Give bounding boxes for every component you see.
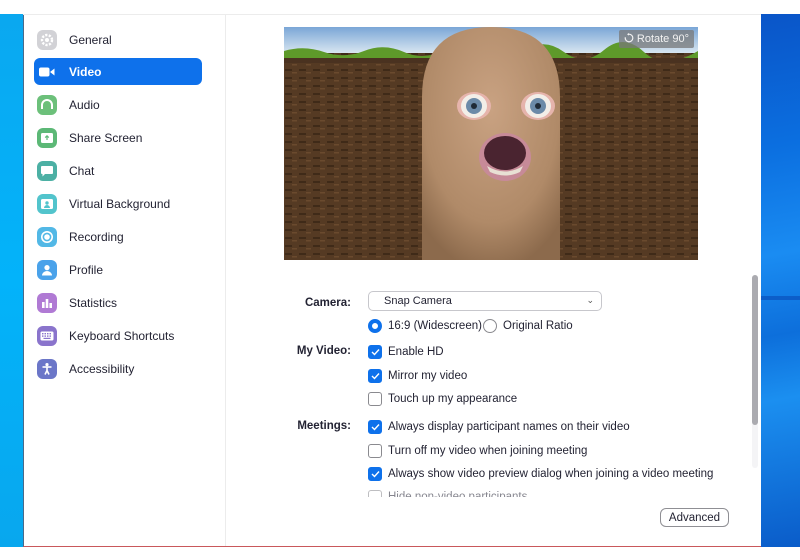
meetings-label: Meetings:: [297, 420, 351, 432]
accessibility-icon: [37, 358, 57, 379]
checkbox-label: Always show video preview dialog when jo…: [388, 468, 714, 480]
sidebar-item-label: Video: [69, 64, 102, 79]
sidebar-item-video[interactable]: Video: [34, 58, 202, 85]
settings-sidebar: General Video Audio Share Screen Chat Vi…: [24, 15, 226, 546]
video-camera-icon: [37, 62, 57, 82]
checkbox-label: Touch up my appearance: [388, 393, 518, 405]
sidebar-item-label: Keyboard Shortcuts: [69, 328, 175, 343]
turn-off-video-on-join-checkbox[interactable]: Turn off my video when joining meeting: [368, 444, 587, 458]
desktop-background-left: [0, 14, 23, 547]
sidebar-item-keyboard-shortcuts[interactable]: Keyboard Shortcuts: [34, 322, 202, 349]
chat-bubble-icon: [37, 160, 57, 181]
sidebar-item-virtual-background[interactable]: Virtual Background: [34, 190, 202, 217]
checkbox-checked-icon: [368, 467, 382, 481]
rotate-icon: [624, 32, 634, 46]
sidebar-item-label: General: [69, 32, 112, 47]
record-icon: [37, 226, 57, 247]
ratio-widescreen-radio[interactable]: 16:9 (Widescreen): [368, 319, 482, 333]
display-participant-names-checkbox[interactable]: Always display participant names on thei…: [368, 420, 630, 434]
sidebar-item-audio[interactable]: Audio: [34, 91, 202, 118]
bar-chart-icon: [37, 292, 57, 313]
touch-up-appearance-checkbox[interactable]: Touch up my appearance: [368, 392, 517, 406]
checkbox-label: Hide non-video participants: [388, 491, 528, 497]
gear-icon: [37, 29, 57, 50]
checkbox-checked-icon: [368, 420, 382, 434]
keyboard-icon: [37, 325, 57, 346]
checkbox-checked-icon: [368, 369, 382, 383]
sidebar-item-label: Share Screen: [69, 130, 143, 145]
radio-label: Original Ratio: [503, 320, 573, 332]
hide-non-video-participants-checkbox[interactable]: Hide non-video participants: [368, 490, 527, 497]
profile-icon: [37, 259, 57, 280]
checkbox-label: Turn off my video when joining meeting: [388, 445, 588, 457]
camera-select[interactable]: Snap Camera ⌄: [368, 291, 602, 311]
camera-label: Camera:: [304, 297, 351, 309]
sidebar-item-label: Accessibility: [69, 361, 135, 376]
rotate-label: Rotate 90°: [636, 33, 689, 45]
chevron-down-icon: ⌄: [586, 295, 594, 305]
checkbox-checked-icon: [368, 345, 382, 359]
headphones-icon: [37, 94, 57, 115]
desktop-background-right: [761, 14, 800, 547]
checkbox-unchecked-icon: [368, 490, 382, 497]
sidebar-item-profile[interactable]: Profile: [34, 256, 202, 283]
sidebar-item-label: Statistics: [69, 295, 118, 310]
share-screen-icon: [37, 127, 57, 148]
advanced-button[interactable]: Advanced: [660, 508, 729, 527]
screen: General Video Audio Share Screen Chat Vi…: [0, 0, 800, 560]
sidebar-item-label: Virtual Background: [69, 196, 171, 211]
video-settings-panel: Rotate 90° Camera: Snap Camera ⌄ 16:9 (W…: [227, 15, 753, 546]
ratio-original-radio[interactable]: Original Ratio: [483, 319, 573, 333]
sidebar-item-accessibility[interactable]: Accessibility: [34, 355, 202, 382]
my-video-label: My Video:: [296, 345, 351, 357]
sidebar-item-label: Recording: [69, 229, 124, 244]
radio-unselected-icon: [483, 319, 497, 333]
scrollbar-thumb[interactable]: [752, 275, 758, 425]
sidebar-item-general[interactable]: General: [34, 26, 202, 53]
mirror-video-checkbox[interactable]: Mirror my video: [368, 369, 467, 383]
sidebar-item-statistics[interactable]: Statistics: [34, 289, 202, 316]
video-preview: Rotate 90°: [284, 27, 698, 260]
checkbox-label: Mirror my video: [388, 370, 468, 382]
virtual-background-icon: [37, 193, 57, 214]
camera-select-value: Snap Camera: [384, 295, 452, 307]
sidebar-item-label: Chat: [69, 163, 95, 178]
radio-label: 16:9 (Widescreen): [388, 320, 482, 332]
checkbox-unchecked-icon: [368, 392, 382, 406]
show-video-preview-dialog-checkbox[interactable]: Always show video preview dialog when jo…: [368, 467, 713, 481]
camera-feed-image: [284, 27, 698, 260]
checkbox-label: Enable HD: [388, 346, 444, 358]
clipped-option-row: Hide non-video participants: [368, 489, 748, 497]
sidebar-item-label: Profile: [69, 262, 104, 277]
rotate-90-button[interactable]: Rotate 90°: [618, 30, 694, 48]
sidebar-item-chat[interactable]: Chat: [34, 157, 202, 184]
enable-hd-checkbox[interactable]: Enable HD: [368, 345, 444, 359]
checkbox-unchecked-icon: [368, 444, 382, 458]
sidebar-item-recording[interactable]: Recording: [34, 223, 202, 250]
checkbox-label: Always display participant names on thei…: [388, 421, 630, 433]
sidebar-item-share-screen[interactable]: Share Screen: [34, 124, 202, 151]
sidebar-item-label: Audio: [69, 97, 100, 112]
radio-selected-icon: [368, 319, 382, 333]
